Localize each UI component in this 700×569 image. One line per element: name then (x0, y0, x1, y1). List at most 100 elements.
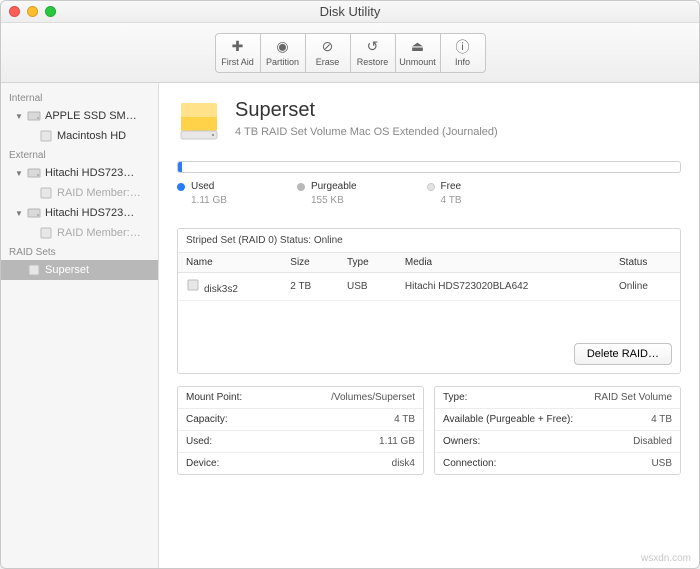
sidebar-item[interactable]: RAID Member:… (1, 183, 158, 203)
info-key: Capacity: (186, 414, 228, 425)
free-swatch-icon (427, 183, 435, 191)
firstaid-label: First Aid (221, 57, 254, 67)
col-type[interactable]: Type (339, 253, 397, 273)
col-size[interactable]: Size (282, 253, 339, 273)
partition-label: Partition (266, 57, 299, 67)
watermark: wsxdn.com (641, 553, 691, 564)
info-row: Device: disk4 (178, 453, 423, 474)
titlebar: Disk Utility (1, 1, 699, 23)
info-grid: Mount Point: /Volumes/Superset Capacity: 4 … (177, 386, 681, 475)
sidebar-item-label: Hitachi HDS723… (45, 167, 134, 179)
info-value: USB (651, 458, 672, 469)
purgeable-swatch-icon (297, 183, 305, 191)
purgeable-value: 155 KB (297, 195, 357, 206)
restore-icon: ↺ (367, 39, 379, 55)
sidebar-item[interactable]: Superset (1, 260, 158, 280)
disk-utility-window: Disk Utility ✚ First Aid ◉ Partition ⊘ Erase ↺… (0, 0, 700, 569)
info-value: RAID Set Volume (594, 392, 672, 403)
info-key: Device: (186, 458, 219, 469)
used-swatch-icon (177, 183, 185, 191)
disclosure-triangle-icon[interactable]: ▼ (15, 169, 23, 178)
raid-members-table: Name Size Type Media Status disk3s22 TBU… (178, 252, 680, 301)
info-value: 1.11 GB (379, 436, 415, 447)
cell-name: disk3s2 (178, 273, 282, 301)
restore-button[interactable]: ↺ Restore (350, 33, 396, 73)
used-label: Used (191, 181, 214, 192)
raid-status-title: Striped Set (RAID 0) Status: Online (178, 229, 680, 252)
window-title: Disk Utility (1, 4, 699, 19)
sidebar-item[interactable]: RAID Member:… (1, 223, 158, 243)
restore-label: Restore (357, 57, 389, 67)
info-row: Capacity: 4 TB (178, 409, 423, 431)
col-status[interactable]: Status (611, 253, 680, 273)
vol-icon (39, 186, 53, 200)
info-key: Type: (443, 392, 467, 403)
usage-fill-used (178, 162, 182, 172)
erase-button[interactable]: ⊘ Erase (305, 33, 351, 73)
info-key: Available (Purgeable + Free): (443, 414, 573, 425)
info-value: 4 TB (394, 414, 415, 425)
erase-label: Erase (316, 57, 340, 67)
sidebar-section-external: External (1, 146, 158, 163)
partition-button[interactable]: ◉ Partition (260, 33, 306, 73)
info-row: Type: RAID Set Volume (435, 387, 680, 409)
info-key: Owners: (443, 436, 480, 447)
toolbar: ✚ First Aid ◉ Partition ⊘ Erase ↺ Restore ⏏Unmou… (1, 23, 699, 83)
unmount-button[interactable]: ⏏Unmount (395, 33, 441, 73)
info-row: Connection: USB (435, 453, 680, 474)
disclosure-triangle-icon[interactable]: ▼ (15, 112, 23, 121)
sidebar: Internal ▼ APPLE SSD SM… Macintosh HD Extern… (1, 83, 159, 568)
usage-legend: Used 1.11 GB Purgeable 155 KB Free 4 TB (177, 181, 681, 206)
delete-raid-button[interactable]: Delete RAID… (574, 343, 672, 365)
info-row: Owners: Disabled (435, 431, 680, 453)
info-button[interactable]: ⓘInfo (440, 33, 486, 73)
cell-type: USB (339, 273, 397, 301)
info-value: /Volumes/Superset (331, 392, 415, 403)
info-value: 4 TB (651, 414, 672, 425)
erase-icon: ⊘ (322, 39, 334, 55)
free-value: 4 TB (427, 195, 462, 206)
sidebar-item-label: RAID Member:… (57, 227, 141, 239)
info-key: Used: (186, 436, 212, 447)
cell-size: 2 TB (282, 273, 339, 301)
info-row: Available (Purgeable + Free): 4 TB (435, 409, 680, 431)
cell-status: Online (611, 273, 680, 301)
firstaid-icon: ✚ (232, 39, 244, 55)
content-area: Superset 4 TB RAID Set Volume Mac OS Ext… (159, 83, 699, 568)
sidebar-item-label: Hitachi HDS723… (45, 207, 134, 219)
sidebar-item-label: Macintosh HD (57, 130, 126, 142)
disclosure-triangle-icon[interactable]: ▼ (15, 209, 23, 218)
volume-subtitle: 4 TB RAID Set Volume Mac OS Extended (Jo… (235, 126, 498, 138)
col-media[interactable]: Media (397, 253, 611, 273)
disk-icon (27, 109, 41, 123)
sidebar-item[interactable]: ▼ Hitachi HDS723… (1, 163, 158, 183)
sidebar-item-label: Superset (45, 264, 89, 276)
sidebar-item[interactable]: Macintosh HD (1, 126, 158, 146)
info-column-left: Mount Point: /Volumes/Superset Capacity: 4 … (177, 386, 424, 475)
partition-icon: ◉ (276, 39, 288, 55)
volume-name: Superset (235, 99, 498, 122)
info-icon: ⓘ (456, 39, 470, 55)
volume-header: Superset 4 TB RAID Set Volume Mac OS Ext… (177, 99, 681, 143)
usage-bar (177, 161, 681, 173)
sidebar-section-internal: Internal (1, 89, 158, 106)
col-name[interactable]: Name (178, 253, 282, 273)
info-value: disk4 (392, 458, 415, 469)
unmount-label: Unmount (399, 57, 436, 67)
vol-icon (27, 263, 41, 277)
info-key: Connection: (443, 458, 496, 469)
raid-panel: Striped Set (RAID 0) Status: Online Name… (177, 228, 681, 374)
used-value: 1.11 GB (177, 195, 227, 206)
sidebar-item[interactable]: ▼ APPLE SSD SM… (1, 106, 158, 126)
free-label: Free (441, 181, 462, 192)
vol-icon (39, 226, 53, 240)
table-row[interactable]: disk3s22 TBUSBHitachi HDS723020BLA642Onl… (178, 273, 680, 301)
external-drive-icon (177, 99, 221, 143)
sidebar-item-label: APPLE SSD SM… (45, 110, 137, 122)
purgeable-label: Purgeable (311, 181, 357, 192)
sidebar-item[interactable]: ▼ Hitachi HDS723… (1, 203, 158, 223)
disk-icon (27, 166, 41, 180)
info-value: Disabled (633, 436, 672, 447)
info-key: Mount Point: (186, 392, 242, 403)
firstaid-button[interactable]: ✚ First Aid (215, 33, 261, 73)
